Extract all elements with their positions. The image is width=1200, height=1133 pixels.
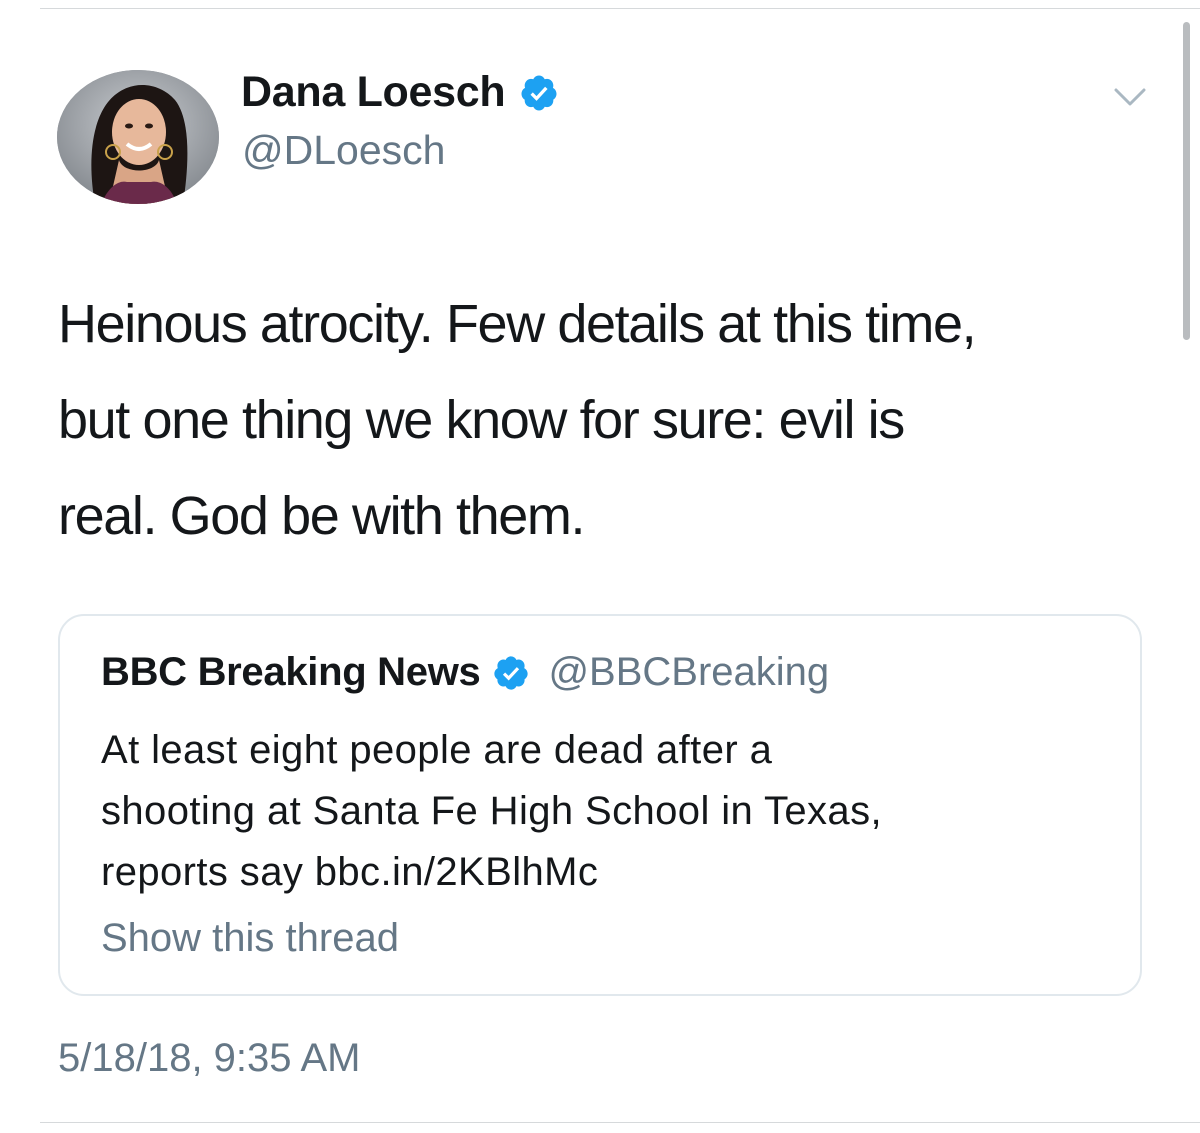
- quoted-tweet-text: At least eight people are dead after a s…: [101, 720, 1121, 903]
- avatar[interactable]: [57, 70, 219, 204]
- tweet-text: Heinous atrocity. Few details at this ti…: [58, 276, 1168, 564]
- bottom-divider: [40, 1122, 1200, 1123]
- quoted-text-line: reports say bbc.in/2KBlhMc: [101, 850, 599, 894]
- tweet-timestamp[interactable]: 5/18/18, 9:35 AM: [58, 1036, 360, 1081]
- quoted-text-line: At least eight people are dead after a: [101, 728, 773, 772]
- verified-badge-icon: [521, 75, 557, 110]
- author-name[interactable]: Dana Loesch: [241, 68, 559, 117]
- quoted-author-name: BBC Breaking News: [101, 650, 481, 694]
- tweet-text-line: but one thing we know for sure: evil is: [58, 390, 905, 450]
- tweet-text-line: real. God be with them.: [58, 486, 585, 546]
- show-thread-link[interactable]: Show this thread: [101, 916, 399, 961]
- author-name-text[interactable]: Dana Loesch: [241, 68, 506, 117]
- verified-badge-icon: [494, 655, 529, 690]
- tweet-detail-view: Dana Loesch @DLoesch Heinous atrocity. F…: [0, 0, 1200, 1133]
- scrollbar[interactable]: [1183, 22, 1190, 340]
- quoted-text-line: shooting at Santa Fe High School in Texa…: [101, 789, 882, 833]
- tweet-text-line: Heinous atrocity. Few details at this ti…: [58, 294, 977, 354]
- quoted-tweet-card[interactable]: BBC Breaking News @BBCBreaking At least …: [58, 614, 1142, 996]
- chevron-down-icon[interactable]: [1112, 84, 1148, 110]
- quoted-author-handle: @BBCBreaking: [548, 650, 830, 694]
- top-divider: [40, 8, 1200, 9]
- avatar-photo: [57, 70, 219, 204]
- author-handle[interactable]: @DLoesch: [242, 127, 445, 174]
- quoted-tweet-header: BBC Breaking News @BBCBreaking: [101, 650, 829, 695]
